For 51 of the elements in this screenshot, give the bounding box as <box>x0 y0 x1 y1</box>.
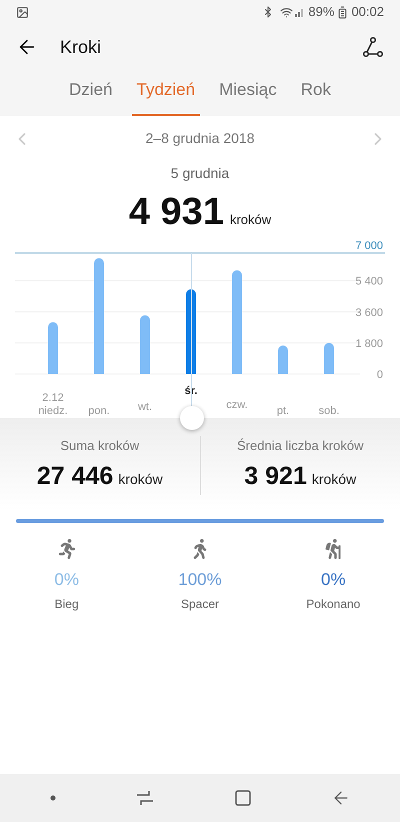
bar[interactable] <box>48 322 58 374</box>
home-button[interactable] <box>234 789 252 807</box>
battery-icon <box>336 6 350 18</box>
selected-date: 5 grudnia <box>170 164 230 183</box>
hiker-icon <box>323 539 344 559</box>
bar[interactable] <box>278 346 288 374</box>
bar[interactable] <box>140 315 150 374</box>
date-range: 2–8 grudnia 2018 <box>144 129 256 148</box>
y-axis-label: 1 800 <box>355 338 383 350</box>
activity-label: Pokonano <box>306 596 360 612</box>
bar[interactable] <box>324 342 334 374</box>
summary-value: 3 921 <box>244 460 307 492</box>
battery-percent: 89% <box>308 3 334 22</box>
summary-label: Suma kroków <box>60 437 140 455</box>
summary-unit: kroków <box>312 470 356 488</box>
bar[interactable] <box>186 289 196 374</box>
tab[interactable]: Dzień <box>64 70 118 116</box>
activity-label: Spacer <box>180 596 219 612</box>
dot-icon <box>50 795 56 801</box>
activity-percent: 0% <box>321 569 346 591</box>
y-axis-label: 3 600 <box>355 306 383 319</box>
tab[interactable]: Rok <box>296 70 336 116</box>
tab[interactable]: Miesiąc <box>214 70 282 116</box>
signal-icon <box>295 7 306 17</box>
day-label[interactable]: czw. <box>226 399 248 411</box>
status-time: 00:02 <box>351 3 384 22</box>
activity-label: Bieg <box>54 596 79 612</box>
page-title: Kroki <box>60 36 102 58</box>
runner-icon <box>56 539 77 559</box>
share-button[interactable] <box>362 36 384 58</box>
summary-value: 27 446 <box>36 460 114 492</box>
slider-handle[interactable] <box>180 406 204 430</box>
summary-unit: kroków <box>118 470 163 488</box>
day-label[interactable]: pt. <box>276 405 290 416</box>
day-label[interactable]: sob. <box>318 405 340 416</box>
step-unit: kroków <box>230 211 272 229</box>
y-axis-label: 0 <box>376 369 383 381</box>
image-icon <box>16 6 29 18</box>
wifi-icon <box>280 6 294 18</box>
step-count: 4 931 <box>128 190 224 235</box>
date-label: 2.12 <box>42 392 64 404</box>
recents-button[interactable] <box>134 790 154 806</box>
day-label[interactable]: wt. <box>138 401 152 413</box>
summary-label: Średnia liczba kroków <box>237 437 364 455</box>
activity-percent: 0% <box>54 569 79 591</box>
y-axis-label: 5 400 <box>355 276 383 288</box>
day-label[interactable]: pon. <box>88 405 110 416</box>
day-label[interactable]: niedz. <box>38 405 68 416</box>
tab[interactable]: Tydzień <box>132 70 200 116</box>
activity-percent: 100% <box>178 569 222 591</box>
y-axis-label: 7 000 <box>355 240 383 252</box>
